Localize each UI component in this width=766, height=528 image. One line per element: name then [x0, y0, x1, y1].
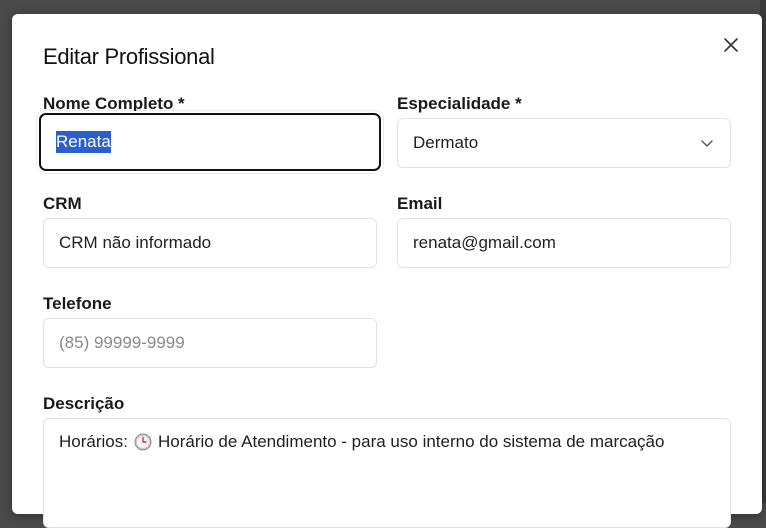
description-label: Descrição — [43, 394, 125, 413]
specialty-select[interactable]: Dermato — [397, 118, 731, 168]
name-value: Renata — [56, 131, 111, 153]
edit-professional-dialog: Editar Profissional Nome Completo * Rena… — [12, 14, 762, 528]
phone-label: Telefone — [43, 294, 112, 313]
email-input[interactable]: renata@gmail.com — [397, 218, 731, 268]
close-button[interactable] — [720, 34, 742, 56]
specialty-label: Especialidade * — [397, 94, 522, 113]
specialty-value: Dermato — [413, 133, 479, 152]
phone-input[interactable]: (85) 99999-9999 — [43, 318, 377, 368]
crm-value: CRM não informado — [59, 233, 212, 252]
chevron-down-icon — [701, 140, 713, 147]
description-textarea[interactable]: Horários: Horário de Atendimento - para … — [43, 418, 731, 528]
crm-input[interactable]: CRM não informado — [43, 218, 377, 268]
description-text: Horário de Atendimento - para uso intern… — [157, 432, 665, 451]
email-value: renata@gmail.com — [413, 233, 556, 252]
crm-label: CRM — [43, 194, 82, 213]
close-icon — [724, 38, 738, 52]
dialog-title: Editar Profissional — [43, 44, 215, 69]
phone-placeholder: (85) 99999-9999 — [59, 333, 185, 352]
description-prefix: Horários: — [59, 432, 128, 451]
description-content: Horários: Horário de Atendimento - para … — [59, 432, 664, 452]
name-label: Nome Completo * — [43, 94, 185, 113]
email-label: Email — [397, 194, 443, 213]
name-input[interactable]: Renata — [39, 113, 381, 171]
clock-icon — [134, 433, 152, 451]
